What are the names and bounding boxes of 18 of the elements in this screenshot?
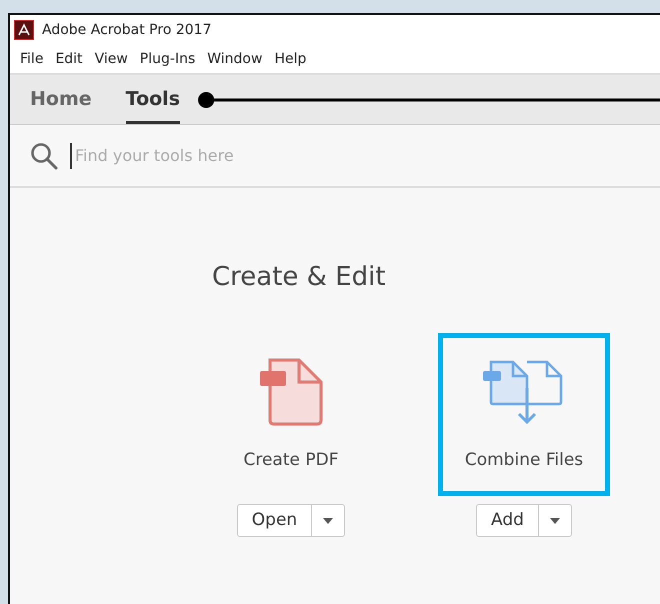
tool-label: Create PDF xyxy=(243,449,338,472)
tool-label: Combine Files xyxy=(464,449,584,472)
menu-item[interactable]: Plug-Ins xyxy=(136,48,204,70)
app-logo-icon xyxy=(14,20,34,40)
menu-item[interactable]: File xyxy=(16,48,52,70)
menu-item[interactable]: View xyxy=(90,48,136,70)
section-heading: Create & Edit xyxy=(212,262,387,294)
combine-documents-icon xyxy=(483,358,565,426)
menu-item[interactable]: Edit xyxy=(51,48,91,70)
tab[interactable]: Home xyxy=(30,75,92,124)
search-icon xyxy=(30,142,58,170)
caret-icon xyxy=(323,518,334,524)
menu-item[interactable]: Help xyxy=(270,48,314,70)
menu-item[interactable]: Window xyxy=(203,48,270,70)
window-title: Adobe Acrobat Pro 2017 xyxy=(42,20,212,40)
search-field[interactable]: Find your tools here xyxy=(70,142,370,168)
caret-icon xyxy=(550,518,560,524)
document-icon xyxy=(259,358,323,426)
